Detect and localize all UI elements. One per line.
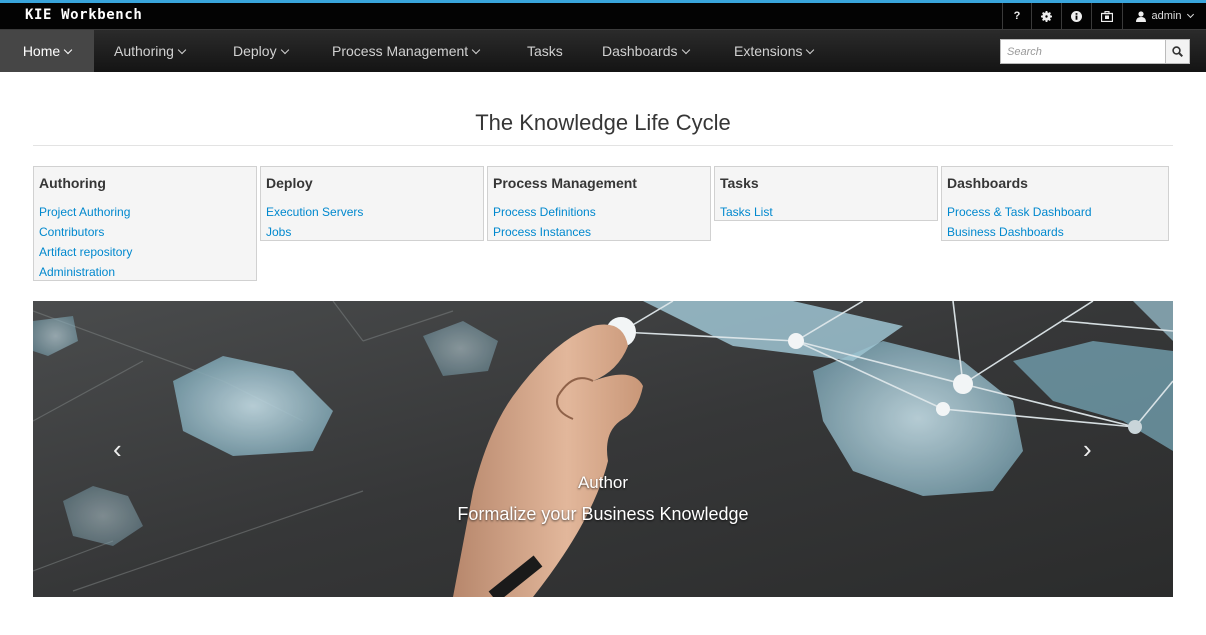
card-title: Process Management: [493, 175, 637, 191]
user-icon: [1135, 10, 1146, 22]
nav-deploy-label: Deploy: [233, 43, 277, 59]
carousel-image: [33, 301, 1173, 597]
title-divider: [33, 145, 1173, 146]
nav-authoring[interactable]: Authoring: [114, 30, 187, 72]
link-process-task-dashboard[interactable]: Process & Task Dashboard: [947, 202, 1163, 222]
link-tasks-list[interactable]: Tasks List: [720, 202, 932, 222]
nav-dashboards-label: Dashboards: [602, 43, 678, 59]
user-menu[interactable]: admin: [1122, 3, 1206, 29]
carousel-next[interactable]: ›: [1083, 434, 1092, 465]
search-icon: [1172, 46, 1183, 57]
chevron-down-icon: [177, 45, 187, 54]
carousel-caption-title: Author: [577, 473, 629, 492]
help-button[interactable]: ?: [1002, 3, 1031, 29]
nav-tasks[interactable]: Tasks: [527, 30, 563, 72]
nav-dashboards[interactable]: Dashboards: [602, 30, 690, 72]
chevron-down-icon: [1187, 10, 1195, 19]
chevron-down-icon: [280, 45, 289, 54]
link-administration[interactable]: Administration: [39, 262, 251, 282]
search-button[interactable]: [1165, 39, 1190, 64]
nav-home-label: Home: [22, 43, 61, 59]
nav-extensions-label: Extensions: [734, 43, 803, 59]
info-icon: [1071, 10, 1082, 22]
nav-process-management[interactable]: Process Management: [332, 30, 481, 72]
card-title: Authoring: [39, 175, 106, 191]
tasks-button[interactable]: [1091, 3, 1122, 29]
carousel-prev[interactable]: ‹: [113, 434, 122, 465]
link-artifact-repository[interactable]: Artifact repository: [39, 242, 251, 262]
link-execution-servers[interactable]: Execution Servers: [266, 202, 478, 222]
search-input[interactable]: [1000, 39, 1166, 64]
card-authoring: Authoring Project Authoring Contributors…: [33, 166, 257, 281]
link-jobs[interactable]: Jobs: [266, 222, 478, 242]
page-title: The Knowledge Life Cycle: [475, 110, 731, 135]
link-project-authoring[interactable]: Project Authoring: [39, 202, 251, 222]
user-name: admin: [1151, 10, 1182, 22]
nav-authoring-label: Authoring: [114, 43, 174, 59]
link-business-dashboards[interactable]: Business Dashboards: [947, 222, 1163, 242]
nav-deploy[interactable]: Deploy: [233, 30, 289, 72]
info-button[interactable]: [1061, 3, 1091, 29]
carousel-caption-text: Formalize your Business Knowledge: [457, 504, 749, 524]
question-icon: ?: [1013, 10, 1021, 22]
carousel[interactable]: ‹ › Author Formalize your Business Knowl…: [33, 301, 1173, 597]
chevron-down-icon: [681, 45, 690, 54]
briefcase-icon: [1101, 10, 1113, 22]
top-bar: KIE Workbench ? admin: [0, 0, 1206, 29]
nav-extensions[interactable]: Extensions: [734, 30, 815, 72]
link-process-instances[interactable]: Process Instances: [493, 222, 705, 242]
nav-home[interactable]: Home: [0, 30, 94, 72]
chevron-down-icon: [63, 45, 73, 54]
card-dashboards: Dashboards Process & Task Dashboard Busi…: [941, 166, 1169, 241]
nav-tasks-label: Tasks: [527, 43, 563, 59]
brand-title: KIE Workbench: [25, 7, 143, 23]
link-contributors[interactable]: Contributors: [39, 222, 251, 242]
nav-process-management-label: Process Management: [332, 43, 469, 59]
card-title: Dashboards: [947, 175, 1028, 191]
chevron-down-icon: [471, 45, 481, 54]
card-process-management: Process Management Process Definitions P…: [487, 166, 711, 241]
settings-button[interactable]: [1031, 3, 1061, 29]
card-deploy: Deploy Execution Servers Jobs: [260, 166, 484, 241]
main-nav: Home Authoring Deploy Process Management…: [0, 29, 1206, 72]
link-process-definitions[interactable]: Process Definitions: [493, 202, 705, 222]
card-title: Tasks: [720, 175, 759, 191]
card-title: Deploy: [266, 175, 313, 191]
gear-icon: [1041, 10, 1052, 22]
card-tasks: Tasks Tasks List: [714, 166, 938, 221]
chevron-down-icon: [806, 45, 815, 54]
